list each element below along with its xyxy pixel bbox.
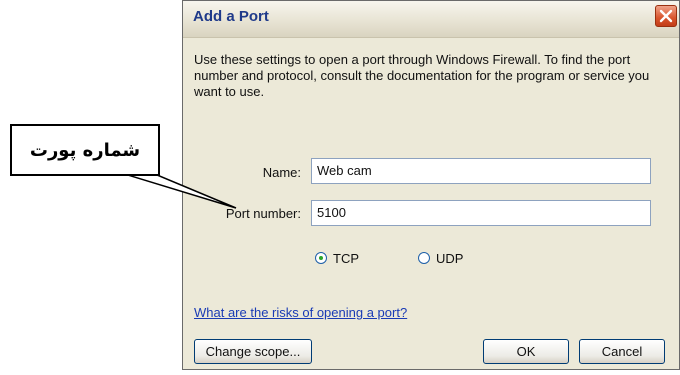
callout-pointer — [117, 171, 237, 209]
annotation-callout: شماره پورت — [10, 124, 160, 176]
